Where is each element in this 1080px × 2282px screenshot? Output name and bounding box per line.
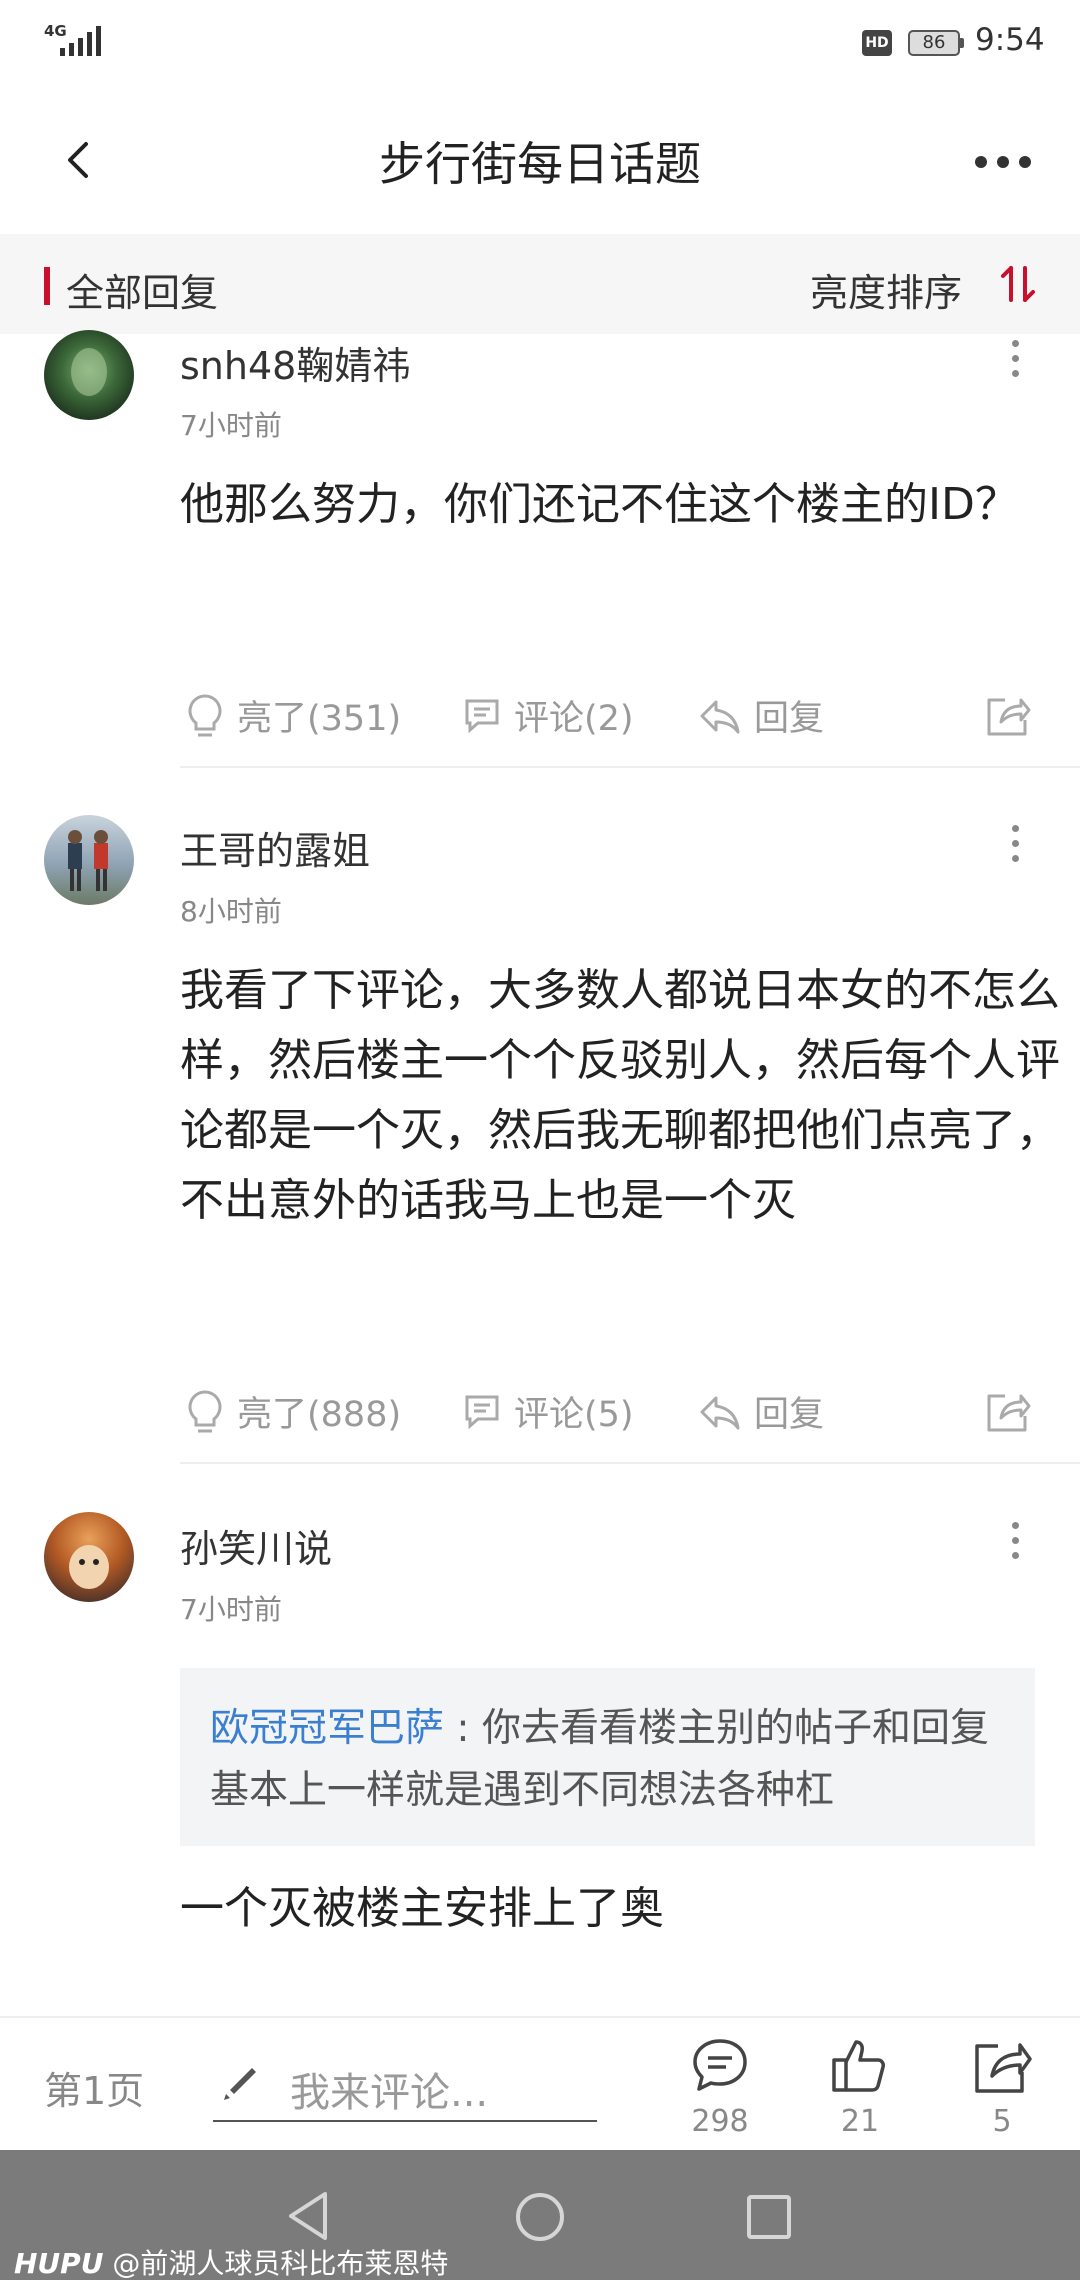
reply-icon	[700, 700, 740, 733]
reply-label: 回复	[754, 1395, 825, 1435]
lightbulb-icon	[188, 693, 222, 736]
like-count: 亮了(351)	[237, 699, 402, 739]
hd-badge: HD	[862, 30, 892, 56]
quote-separator: :	[444, 1706, 482, 1751]
thumbs-up-icon[interactable]	[830, 2036, 890, 2096]
like-count: 亮了(888)	[237, 1395, 402, 1435]
reply-button[interactable]: 回复	[698, 1386, 824, 1437]
comment-icon	[465, 1395, 499, 1429]
comments-button[interactable]: 评论(2)	[462, 690, 634, 741]
signal-icon	[60, 26, 101, 56]
reply-icon	[700, 1396, 740, 1429]
avatar[interactable]	[44, 815, 134, 905]
lightbulb-icon	[188, 1389, 222, 1432]
username[interactable]: 王哥的露姐	[180, 820, 370, 875]
page-title: 步行街每日话题	[379, 137, 701, 191]
share-icon[interactable]	[985, 692, 1031, 738]
comment-menu-icon[interactable]	[1012, 340, 1019, 377]
comment-text: 他那么努力，你们还记不住这个楼主的ID？	[180, 479, 1019, 530]
comment-icon[interactable]	[690, 2036, 750, 2096]
like-button[interactable]: 亮了(888)	[185, 1386, 401, 1437]
watermark: HUPU @前湖人球员科比布莱恩特	[14, 2242, 448, 2282]
battery-icon: 86	[908, 30, 960, 56]
more-icon[interactable]	[975, 156, 1031, 168]
username[interactable]: snh48鞠婧祎	[180, 335, 410, 390]
comment-menu-icon[interactable]	[1012, 825, 1019, 862]
comment-icon	[465, 699, 499, 733]
share-icon[interactable]	[972, 2036, 1032, 2096]
home-nav-icon[interactable]	[515, 2192, 565, 2242]
battery-cap	[960, 38, 964, 48]
comment-text: 我看了下评论，大多数人都说日本女的不怎么样，然后楼主一个个反驳别人，然后每个人评…	[180, 965, 1060, 1226]
comments-button[interactable]: 评论(5)	[462, 1386, 634, 1437]
comment-time: 7小时前	[180, 409, 282, 442]
comment-count: 评论(2)	[514, 699, 634, 739]
reply-button[interactable]: 回复	[698, 690, 824, 741]
username[interactable]: 孙笑川说	[180, 1518, 332, 1573]
likes-count: 21	[840, 2104, 880, 2139]
sort-button[interactable]: 亮度排序	[810, 262, 962, 317]
recents-nav-icon[interactable]	[746, 2194, 792, 2240]
all-replies-label[interactable]: 全部回复	[66, 262, 218, 317]
share-icon[interactable]	[985, 1388, 1031, 1434]
like-button[interactable]: 亮了(351)	[185, 690, 401, 741]
comment-menu-icon[interactable]	[1012, 1522, 1019, 1559]
comments-count: 298	[691, 2104, 749, 2139]
watermark-text: @前湖人球员科比布莱恩特	[112, 2247, 449, 2280]
page-indicator[interactable]: 第1页	[44, 2060, 144, 2115]
sort-icon[interactable]	[1000, 264, 1036, 304]
avatar[interactable]	[44, 330, 134, 420]
quote-author[interactable]: 欧冠冠军巴萨	[210, 1706, 444, 1751]
hupu-logo: HUPU	[14, 2247, 104, 2280]
back-nav-icon[interactable]	[285, 2190, 333, 2242]
comment-time: 7小时前	[180, 1593, 282, 1626]
comment-text: 一个灭被楼主安排上了奥	[180, 1883, 664, 1934]
divider	[180, 766, 1080, 768]
pencil-icon	[224, 2068, 256, 2100]
quote-text: 欧冠冠军巴萨 : 你去看看楼主别的帖子和回复 基本上一样就是遇到不同想法各种杠	[210, 1698, 1010, 1822]
comment-count: 评论(5)	[514, 1395, 634, 1435]
filter-marker	[44, 267, 50, 305]
status-time: 9:54	[975, 22, 1045, 58]
avatar[interactable]	[44, 1512, 134, 1602]
reply-label: 回复	[754, 699, 825, 739]
comment-placeholder[interactable]: 我来评论...	[290, 2060, 488, 2118]
divider	[180, 1462, 1080, 1464]
shares-count: 5	[992, 2104, 1012, 2139]
comment-time: 8小时前	[180, 895, 282, 928]
